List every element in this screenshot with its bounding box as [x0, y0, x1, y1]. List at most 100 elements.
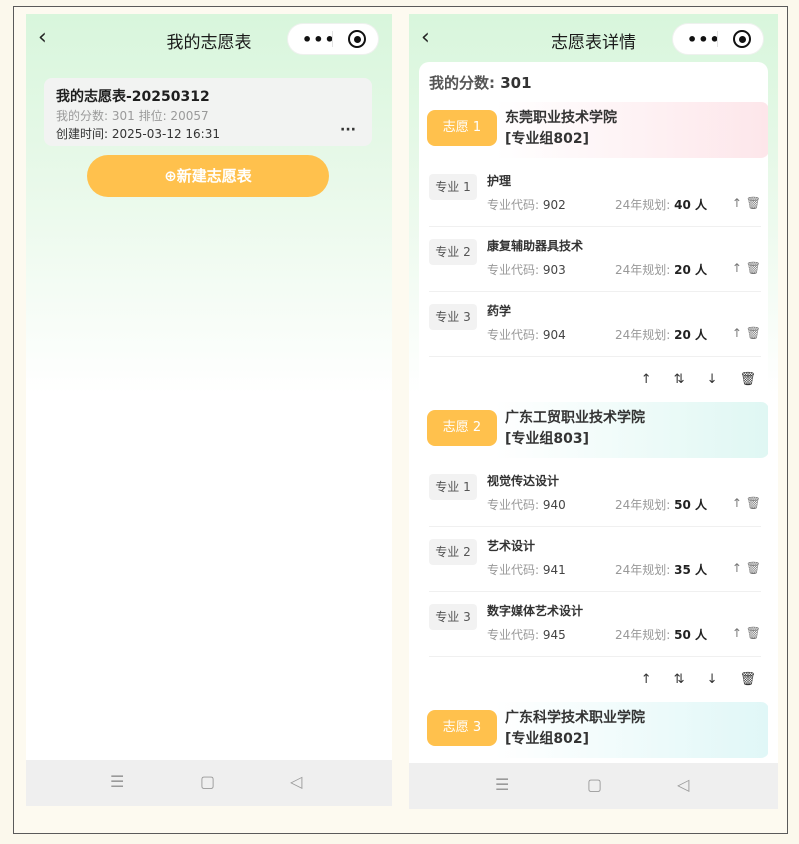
trash-icon[interactable]: 🗑: [746, 561, 761, 575]
major-name: 康复辅助器具技术: [487, 239, 584, 253]
major-plan: 24年规划: 50 人: [615, 626, 707, 643]
major-actions: ↑ 🗑: [732, 261, 761, 275]
plan-card[interactable]: 我的志愿表-20250312 我的分数: 301 排位: 20057 创建时间:…: [44, 78, 372, 146]
move-up-icon[interactable]: ↑: [641, 372, 652, 387]
trash-icon[interactable]: 🗑: [746, 626, 761, 640]
plan-value: 20 人: [674, 328, 708, 342]
major-actions: ↑ 🗑: [732, 626, 761, 640]
capsule-divider: [717, 31, 718, 47]
major-plan: 24年规划: 50 人: [615, 496, 707, 513]
system-nav-bar: ☰ ▢ ◁: [409, 763, 778, 809]
nav-bar: ‹ 志愿表详情 •••: [409, 14, 778, 64]
code-value: 902: [542, 198, 566, 212]
major-row[interactable]: 专业 2 艺术设计 专业代码: 941 24年规划: 35 人 ↑ 🗑: [429, 527, 761, 592]
plan-created-time: 创建时间: 2025-03-12 16:31: [56, 127, 220, 141]
code-label: 专业代码:: [487, 563, 540, 577]
major-code: 专业代码: 945: [487, 626, 566, 643]
nav-bar: ‹ 我的志愿表 •••: [26, 14, 392, 64]
code-value: 941: [542, 563, 566, 577]
plan-value: 50 人: [674, 628, 708, 642]
home-icon[interactable]: ▢: [200, 772, 215, 791]
move-up-icon[interactable]: ↑: [732, 326, 742, 340]
move-up-icon[interactable]: ↑: [732, 496, 742, 510]
plan-detail-content: 我的分数: 301 志愿 1 东莞职业技术学院 [专业组802] 专业 1 护理…: [419, 62, 768, 763]
nav-back-icon[interactable]: ◁: [677, 775, 689, 794]
trash-icon[interactable]: 🗑: [739, 372, 756, 387]
my-score: 我的分数: 301: [429, 72, 532, 93]
major-actions: ↑ 🗑: [732, 496, 761, 510]
major-plan: 24年规划: 20 人: [615, 326, 707, 343]
plan-value: 20 人: [674, 263, 708, 277]
close-target-icon[interactable]: [348, 30, 366, 48]
swap-icon[interactable]: ⇅: [674, 672, 685, 687]
more-options-icon[interactable]: ···: [340, 122, 356, 138]
choice-tag: 志愿 3: [427, 710, 497, 746]
right-phone-screen: ‹ 志愿表详情 ••• 我的分数: 301 志愿 1 东莞职业技术学院 [专业组…: [409, 14, 778, 809]
plan-value: 50 人: [674, 498, 708, 512]
header-gradient: [26, 14, 392, 394]
major-code: 专业代码: 904: [487, 326, 566, 343]
score-value: 301: [500, 74, 532, 92]
menu-icon[interactable]: ☰: [110, 772, 124, 791]
capsule-divider: [332, 31, 333, 47]
school-name-text: 东莞职业技术学院: [505, 110, 617, 126]
major-tag: 专业 3: [429, 304, 477, 330]
school-name: 广东工贸职业技术学院 [专业组803]: [505, 408, 645, 450]
major-code: 专业代码: 903: [487, 261, 566, 278]
plan-label: 24年规划:: [615, 563, 671, 577]
code-value: 945: [542, 628, 566, 642]
school-header-2[interactable]: 志愿 2 广东工贸职业技术学院 [专业组803]: [427, 402, 768, 458]
more-dots-icon[interactable]: •••: [302, 30, 336, 49]
school-name: 广东科学技术职业学院 [专业组802]: [505, 708, 645, 750]
major-row[interactable]: 专业 3 数字媒体艺术设计 专业代码: 945 24年规划: 50 人 ↑ 🗑: [429, 592, 761, 657]
plan-label: 24年规划:: [615, 198, 671, 212]
code-label: 专业代码:: [487, 628, 540, 642]
major-name: 艺术设计: [487, 539, 536, 553]
more-dots-icon[interactable]: •••: [687, 30, 721, 49]
major-row[interactable]: 专业 2 康复辅助器具技术 专业代码: 903 24年规划: 20 人 ↑ 🗑: [429, 227, 761, 292]
new-plan-button[interactable]: ⊕新建志愿表: [87, 155, 329, 197]
major-plan: 24年规划: 20 人: [615, 261, 707, 278]
nav-back-icon[interactable]: ◁: [290, 772, 302, 791]
trash-icon[interactable]: 🗑: [746, 326, 761, 340]
swap-icon[interactable]: ⇅: [674, 372, 685, 387]
major-row[interactable]: 专业 3 药学 专业代码: 904 24年规划: 20 人 ↑ 🗑: [429, 292, 761, 357]
plan-value: 40 人: [674, 198, 708, 212]
move-up-icon[interactable]: ↑: [732, 626, 742, 640]
major-tag: 专业 1: [429, 474, 477, 500]
plan-label: 24年规划:: [615, 498, 671, 512]
home-icon[interactable]: ▢: [587, 775, 602, 794]
move-down-icon[interactable]: ↓: [707, 372, 718, 387]
move-up-icon[interactable]: ↑: [732, 196, 742, 210]
choice-tag: 志愿 2: [427, 410, 497, 446]
plan-title: 我的志愿表-20250312: [56, 89, 210, 105]
score-label: 我的分数:: [429, 74, 495, 92]
mini-program-capsule: •••: [673, 24, 763, 54]
school-actions-2: ↑ ⇅ ↓ 🗑: [619, 672, 756, 687]
major-code: 专业代码: 940: [487, 496, 566, 513]
school-actions-1: ↑ ⇅ ↓ 🗑: [619, 372, 756, 387]
major-tag: 专业 1: [429, 174, 477, 200]
major-group: [专业组802]: [505, 731, 590, 747]
plan-score-rank: 我的分数: 301 排位: 20057: [56, 109, 209, 123]
menu-icon[interactable]: ☰: [495, 775, 509, 794]
left-phone-screen: ‹ 我的志愿表 ••• 我的志愿表-20250312 我的分数: 301 排位:…: [26, 14, 392, 806]
move-up-icon[interactable]: ↑: [732, 261, 742, 275]
major-actions: ↑ 🗑: [732, 196, 761, 210]
move-up-icon[interactable]: ↑: [641, 672, 652, 687]
school-header-1[interactable]: 志愿 1 东莞职业技术学院 [专业组802]: [427, 102, 768, 158]
trash-icon[interactable]: 🗑: [739, 672, 756, 687]
major-row[interactable]: 专业 1 护理 专业代码: 902 24年规划: 40 人 ↑ 🗑: [429, 162, 761, 227]
major-row[interactable]: 专业 1 视觉传达设计 专业代码: 940 24年规划: 50 人 ↑ 🗑: [429, 462, 761, 527]
trash-icon[interactable]: 🗑: [746, 196, 761, 210]
move-down-icon[interactable]: ↓: [707, 672, 718, 687]
major-tag: 专业 3: [429, 604, 477, 630]
major-group: [专业组803]: [505, 431, 590, 447]
major-name: 视觉传达设计: [487, 474, 560, 488]
trash-icon[interactable]: 🗑: [746, 261, 761, 275]
school-header-3[interactable]: 志愿 3 广东科学技术职业学院 [专业组802]: [427, 702, 768, 758]
major-tag: 专业 2: [429, 539, 477, 565]
move-up-icon[interactable]: ↑: [732, 561, 742, 575]
trash-icon[interactable]: 🗑: [746, 496, 761, 510]
close-target-icon[interactable]: [733, 30, 751, 48]
